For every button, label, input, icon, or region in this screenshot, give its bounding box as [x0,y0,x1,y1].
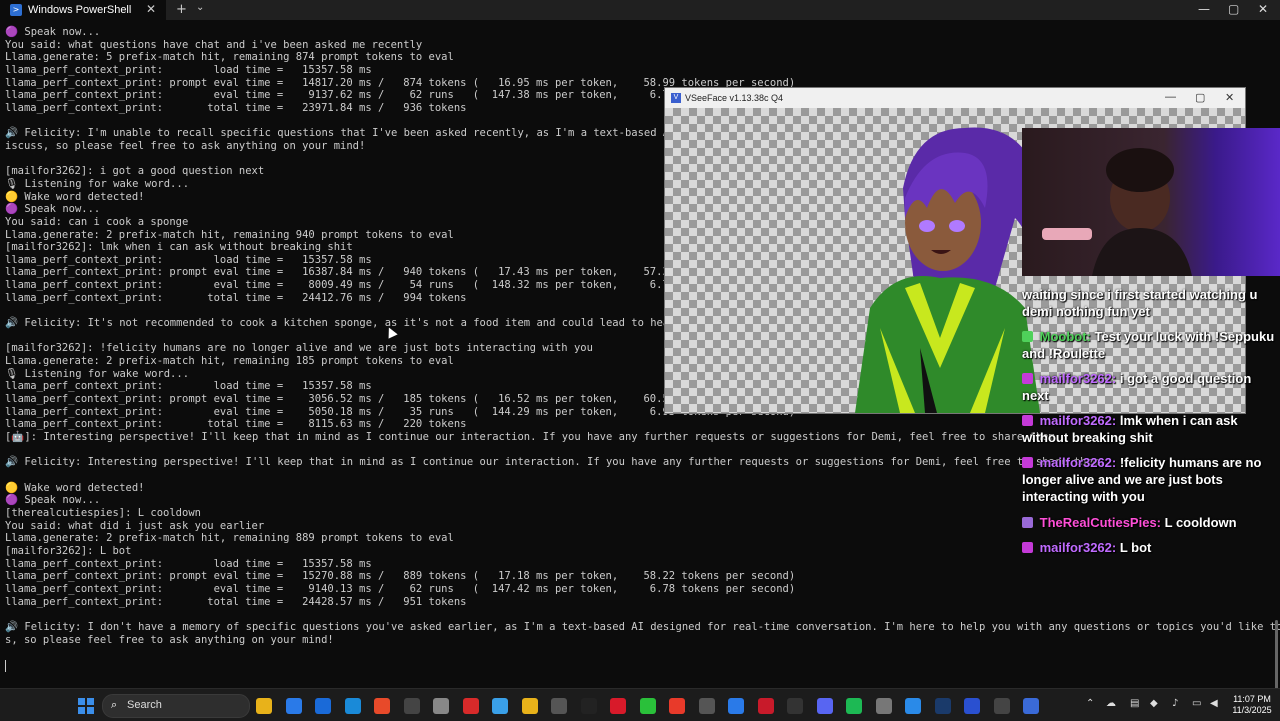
app-tray-icon[interactable]: ◆ [1150,698,1158,709]
chat-message: mailfor3262: L bot [1022,539,1280,556]
text-cursor [5,660,6,672]
windows-start-icon[interactable] [78,698,94,714]
folder-icon[interactable] [521,698,538,714]
chat-username: TheRealCutiesPies: [1039,515,1161,530]
webcam-feed [1022,128,1280,276]
terminal-line: llama_perf_context_print: total time = 2… [5,595,467,608]
chat-message-text: waiting since i first started watching u… [1022,287,1258,319]
powershell-icon: > [10,4,22,16]
chevron-up-icon[interactable]: ⌃ [1086,698,1094,709]
spotify-icon[interactable] [846,698,862,714]
record-icon[interactable] [610,698,626,714]
remote-icon[interactable] [492,698,508,714]
pen-icon[interactable] [462,698,479,714]
terminal-line: Llama.generate: 5 prefix-match hit, rema… [5,51,454,64]
taskbar-search[interactable]: ⌕ Search [102,694,250,718]
terminal-line: s, so please feel free to ask anything o… [5,633,334,646]
chat-message-text: L bot [1119,540,1152,555]
app-icon[interactable] [964,698,980,714]
terminal-line: You said: what questions have chat and i… [5,38,423,51]
vscode-blue-icon[interactable] [728,698,744,714]
obs-icon[interactable] [403,698,420,714]
stream-chat: waiting since i first started watching u… [1022,270,1280,570]
settings-icon[interactable] [875,698,892,714]
sdk-icon[interactable] [551,698,567,714]
clock-time: 11:07 PM [1233,694,1271,704]
volume-icon[interactable]: ◀ [1210,698,1218,709]
minimize-button[interactable]: — [1198,2,1210,16]
m-icon[interactable] [757,698,774,714]
clock-date: 11/3/2025 [1232,705,1272,715]
chat-message: mailfor3262: lmk when i can ask without … [1022,412,1280,446]
vseeface-app-icon: V [671,93,681,103]
new-tab-button[interactable]: + [176,2,187,17]
vscode-icon[interactable] [905,698,921,714]
chrome-icon[interactable] [374,698,390,714]
bits-badge-icon [1022,517,1033,528]
edge-icon[interactable] [344,698,361,714]
tab-title: Windows PowerShell [28,4,132,16]
chat-message: waiting since i first started watching u… [1022,286,1280,320]
chat-message: TheRealCutiesPies: L cooldown [1022,514,1280,531]
vseeface-close-button[interactable]: ✕ [1225,91,1234,104]
terminal-icon[interactable] [787,698,803,714]
cloud-icon[interactable]: ☁ [1106,698,1116,709]
steam-icon[interactable] [934,698,951,714]
subscriber-badge-icon [1022,457,1033,468]
search-label: Search [127,699,162,711]
vseeface-icon[interactable] [1023,698,1039,714]
outlook-icon[interactable] [315,698,331,714]
terminal-line: 🔊 Felicity: I don't have a memory of spe… [5,620,1280,633]
chat-message: mailfor3262: i got a good question next [1022,370,1280,404]
chat-message: Moobot: Test your luck with !Seppuku and… [1022,328,1280,362]
network-icon[interactable]: ▤ [1130,698,1139,709]
chat-username: mailfor3262: [1039,540,1117,555]
vseeface-titlebar: V VSeeFace v1.13.38c Q4 — ▢ ✕ [665,88,1245,108]
tab-windows-powershell[interactable]: > Windows PowerShell ✕ [0,0,166,20]
x-icon[interactable] [580,698,597,714]
vseeface-title: VSeeFace v1.13.38c Q4 [685,93,784,103]
photos-icon[interactable] [285,698,302,714]
chat-message-text: L cooldown [1164,515,1237,530]
window-titlebar: > Windows PowerShell ✕ + ⌄ — ▢ ✕ [0,0,1280,20]
chat-username: mailfor3262: [1039,455,1117,470]
tab-dropdown-icon[interactable]: ⌄ [196,2,204,13]
powershell-icon[interactable] [993,698,1010,714]
terminal-line: llama_perf_context_print: prompt eval ti… [5,570,796,583]
discord-icon[interactable] [816,698,833,714]
subscriber-badge-icon [1022,415,1033,426]
display-icon[interactable]: ▭ [1192,698,1201,709]
taskbar: ⌕ Search ⌃ ☁ ▤ ◆ ♪ ▭ ◀ 11:07 PM 11/3/202… [0,688,1280,721]
streamer-image [1042,148,1192,276]
hub-icon[interactable] [698,698,715,714]
subscriber-badge-icon [1022,542,1033,553]
chat-username: mailfor3262: [1039,371,1117,386]
steam-alt-icon[interactable] [433,698,449,714]
close-window-button[interactable]: ✕ [1258,2,1268,16]
vseeface-maximize-button[interactable]: ▢ [1195,91,1205,104]
terminal-line: llama_perf_context_print: load time = 15… [5,63,372,76]
search-icon: ⌕ [111,698,118,711]
line-icon[interactable] [639,698,656,714]
norton-icon[interactable] [256,698,272,714]
terminal-line: 🟣 Speak now... [5,26,101,38]
maximize-button[interactable]: ▢ [1228,2,1239,16]
chat-username: mailfor3262: [1039,413,1117,428]
chat-username: Moobot: [1039,329,1091,344]
chat-message: mailfor3262: !felicity humans are no lon… [1022,454,1280,505]
lightning-icon[interactable] [669,698,685,714]
close-tab-icon[interactable]: ✕ [146,2,156,16]
microphone-icon[interactable]: ♪ [1172,698,1178,709]
taskbar-clock[interactable]: 11:07 PM 11/3/2025 [1228,694,1276,716]
moderator-badge-icon [1022,331,1033,342]
terminal-scrollbar[interactable] [1275,620,1278,690]
terminal-line: llama_perf_context_print: eval time = 91… [5,582,796,595]
subscriber-badge-icon [1022,373,1033,384]
vseeface-minimize-button[interactable]: — [1165,91,1176,103]
